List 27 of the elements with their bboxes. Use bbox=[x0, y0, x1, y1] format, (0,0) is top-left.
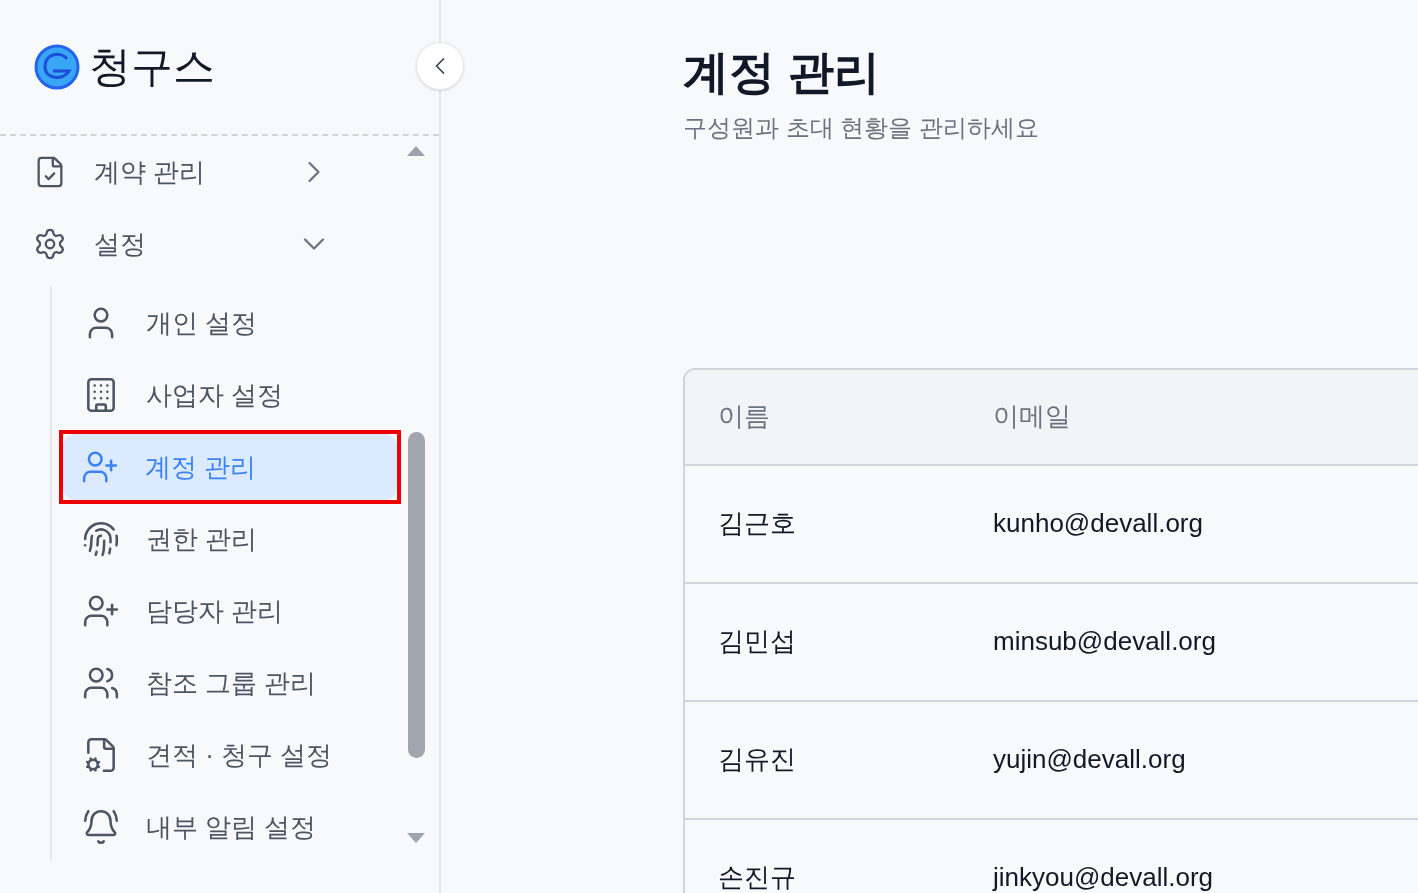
logo-icon bbox=[33, 43, 81, 91]
nav-subitem[interactable]: 참조 그룹 관리 bbox=[64, 650, 396, 716]
table-cell-text: jinkyou@devall.org bbox=[993, 861, 1214, 893]
nav-item[interactable]: 설정 bbox=[0, 214, 406, 274]
table-cell-text: yujin@devall.org bbox=[993, 743, 1186, 776]
table-cell-text: minsub@devall.org bbox=[993, 625, 1216, 658]
column-header: 이메일 bbox=[993, 400, 1071, 433]
settings-icon bbox=[33, 227, 67, 261]
brand-name: 청구스 bbox=[89, 46, 215, 88]
table-cell-text: 김근호 bbox=[717, 507, 797, 540]
bell-icon bbox=[82, 808, 120, 846]
nav-subitem[interactable]: 내부 알림 설정 bbox=[64, 794, 396, 860]
nav-subitem[interactable]: 개인 설정 bbox=[64, 290, 396, 356]
nav-item[interactable]: 계약 관리 bbox=[0, 142, 406, 202]
collapse-button[interactable] bbox=[416, 42, 464, 90]
column-header: 이름 bbox=[717, 400, 771, 433]
table-cell-text: kunho@devall.org bbox=[993, 507, 1203, 540]
table-cell-text: 김민섭 bbox=[717, 625, 797, 658]
nav-subitem[interactable]: 권한 관리 bbox=[64, 506, 396, 572]
table-cell-text: 김유진 bbox=[717, 743, 797, 776]
page-title: 계정 관리 bbox=[683, 45, 881, 100]
nav-subitem[interactable]: 사업자 설정 bbox=[64, 362, 396, 428]
page-subtitle: 구성원과 초대 현황을 관리하세요 bbox=[683, 112, 1040, 143]
nav-subitem[interactable]: 견적 · 청구 설정 bbox=[64, 722, 396, 788]
nav-subitem[interactable]: 담당자 관리 bbox=[64, 578, 396, 644]
fingerprint-icon bbox=[82, 520, 120, 558]
table-cell-text: 손진규 bbox=[717, 861, 797, 893]
